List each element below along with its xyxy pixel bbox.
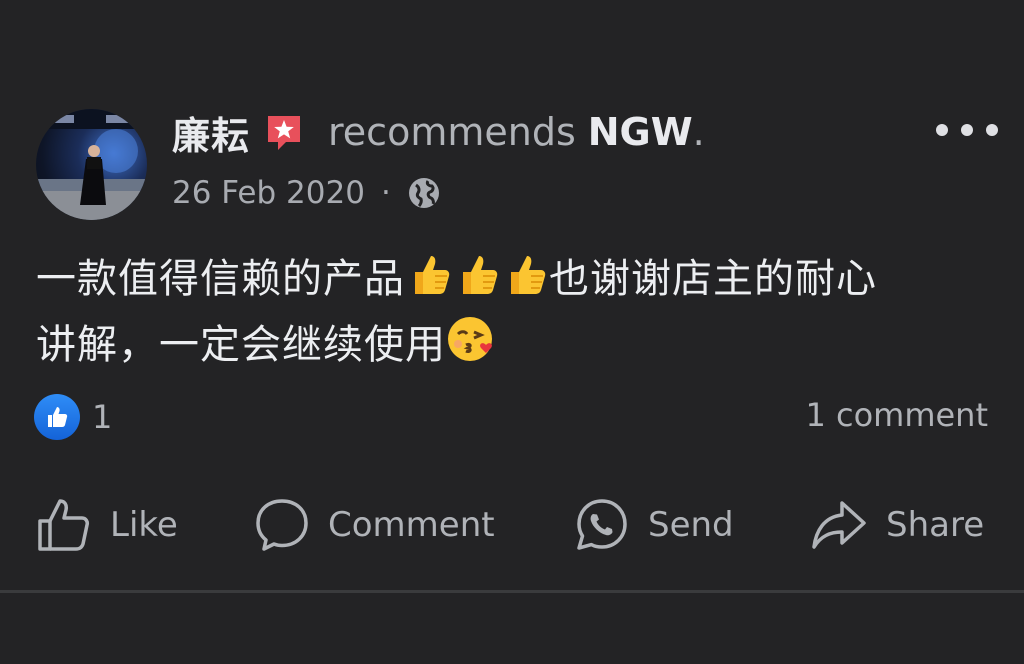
post-date[interactable]: 26 Feb 2020 <box>172 175 365 211</box>
divider <box>0 590 1024 593</box>
meta-separator: · <box>380 175 391 211</box>
post-text-part1: 一款值得信赖的产品 <box>36 256 405 302</box>
page-name[interactable]: NGW <box>588 110 693 154</box>
recommends-text: recommends <box>328 110 576 154</box>
comment-icon <box>256 499 308 551</box>
post-header: 廉耘 recommends NGW. <box>172 104 705 160</box>
period: . <box>692 110 705 154</box>
thumbs-up-emoji-icon <box>453 250 501 298</box>
globe-icon <box>407 176 441 210</box>
post-text-part3: 讲解，一定会继续使用 <box>36 322 446 368</box>
post-meta: 26 Feb 2020 · <box>172 170 441 216</box>
thumbs-up-icon <box>38 499 89 551</box>
action-bar: Like Comment Send Share <box>0 492 1024 558</box>
thumbs-up-emoji-icon <box>501 250 549 298</box>
reaction-count: 1 <box>92 398 113 436</box>
avatar[interactable] <box>36 109 147 220</box>
comment-label: Comment <box>328 505 495 545</box>
more-dot <box>961 124 973 136</box>
kissing-heart-emoji-icon <box>446 314 494 362</box>
author-name[interactable]: 廉耘 <box>172 105 250 160</box>
like-button[interactable]: Like <box>36 492 178 558</box>
more-dot <box>936 124 948 136</box>
reactions-summary[interactable]: 1 <box>34 394 112 440</box>
share-button[interactable]: Share <box>810 492 984 558</box>
share-arrow-icon <box>812 501 866 549</box>
post-text: 一款值得信赖的产品 也谢谢店主的耐心 讲解，一定会继续使用 <box>36 246 996 378</box>
send-label: Send <box>648 505 734 545</box>
whatsapp-icon <box>577 499 627 550</box>
comment-button[interactable]: Comment <box>254 492 495 558</box>
post-card: 廉耘 recommends NGW. 26 Feb 2020 · 一款值得信赖的… <box>0 0 1024 664</box>
like-reaction-icon <box>34 394 80 440</box>
more-options-button[interactable] <box>936 113 998 147</box>
star-badge-icon <box>262 110 306 154</box>
comments-count-link[interactable]: 1 comment <box>805 396 988 434</box>
send-button[interactable]: Send <box>574 492 734 558</box>
like-label: Like <box>110 505 178 545</box>
post-text-part2: 也谢谢店主的耐心 <box>549 256 877 302</box>
share-label: Share <box>886 505 985 545</box>
more-dot <box>986 124 998 136</box>
thumbs-up-emoji-icon <box>405 250 453 298</box>
